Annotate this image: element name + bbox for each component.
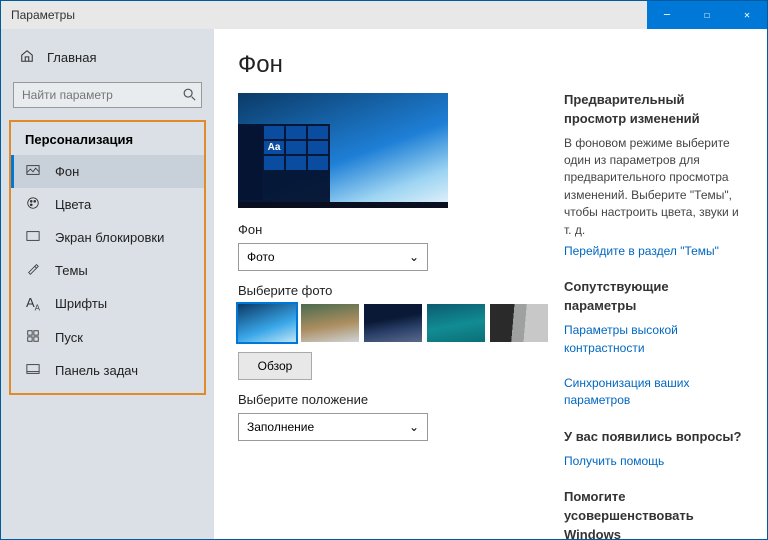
high-contrast-link[interactable]: Параметры высокой контрастности	[564, 322, 743, 357]
related-head: Сопутствующие параметры	[564, 278, 743, 316]
category-highlight: Персонализация Фон Цвета Экран блокировк…	[9, 120, 206, 395]
titlebar: Параметры ─ ☐ ✕	[1, 1, 767, 29]
page-title: Фон	[238, 51, 548, 79]
preview-changes-text: В фоновом режиме выберите один из параме…	[564, 135, 743, 239]
photo-thumb-1[interactable]	[238, 304, 296, 342]
search-field[interactable]	[13, 82, 202, 108]
start-icon	[25, 329, 41, 346]
sidebar: Главная Персонализация Фон Цвета	[1, 29, 214, 539]
sidebar-item-lockscreen[interactable]: Экран блокировки	[11, 221, 204, 254]
get-help-link[interactable]: Получить помощь	[564, 453, 743, 470]
photo-thumbnails	[238, 304, 548, 342]
home-icon	[19, 49, 35, 66]
content-area: Фон Aa Фон Фото ⌄ Выберите фото	[214, 29, 767, 539]
home-label: Главная	[47, 50, 96, 65]
sidebar-item-taskbar[interactable]: Панель задач	[11, 354, 204, 387]
themes-icon	[25, 262, 41, 279]
improve-head: Помогите усовершенствовать Windows	[564, 488, 743, 539]
search-input[interactable]	[13, 82, 202, 108]
questions-head: У вас появились вопросы?	[564, 428, 743, 447]
sidebar-item-label: Фон	[55, 164, 79, 179]
fit-select[interactable]: Заполнение ⌄	[238, 413, 428, 441]
photo-thumb-4[interactable]	[427, 304, 485, 342]
sidebar-item-themes[interactable]: Темы	[11, 254, 204, 287]
browse-button[interactable]: Обзор	[238, 352, 312, 380]
sidebar-item-label: Шрифты	[55, 296, 107, 311]
sidebar-item-label: Пуск	[55, 330, 83, 345]
home-nav[interactable]: Главная	[1, 43, 214, 72]
preview-accent-tile: Aa	[264, 141, 284, 154]
category-head: Персонализация	[11, 122, 204, 155]
picture-icon	[25, 163, 41, 180]
themes-link[interactable]: Перейдите в раздел "Темы"	[564, 243, 743, 260]
background-mode-select[interactable]: Фото ⌄	[238, 243, 428, 271]
chevron-down-icon: ⌄	[409, 250, 419, 264]
fit-value: Заполнение	[247, 420, 314, 434]
sidebar-item-label: Темы	[55, 263, 88, 278]
photo-thumb-2[interactable]	[301, 304, 359, 342]
sidebar-item-colors[interactable]: Цвета	[11, 188, 204, 221]
lockscreen-icon	[25, 229, 41, 246]
background-label: Фон	[238, 222, 548, 237]
minimize-button[interactable]: ─	[647, 1, 687, 29]
palette-icon	[25, 196, 41, 213]
sidebar-item-label: Цвета	[55, 197, 91, 212]
fit-label: Выберите положение	[238, 392, 548, 407]
preview-changes-head: Предварительный просмотр изменений	[564, 91, 743, 129]
right-panel: Предварительный просмотр изменений В фон…	[564, 51, 743, 529]
fonts-icon: AA	[25, 295, 41, 313]
close-button[interactable]: ✕	[727, 1, 767, 29]
sync-settings-link[interactable]: Синхронизация ваших параметров	[564, 375, 743, 410]
sidebar-item-fonts[interactable]: AA Шрифты	[11, 287, 204, 321]
maximize-button[interactable]: ☐	[687, 1, 727, 29]
window-title: Параметры	[11, 8, 75, 22]
chevron-down-icon: ⌄	[409, 420, 419, 434]
sidebar-item-background[interactable]: Фон	[11, 155, 204, 188]
taskbar-icon	[25, 362, 41, 379]
choose-photo-label: Выберите фото	[238, 283, 548, 298]
search-icon	[182, 87, 196, 104]
sidebar-item-label: Экран блокировки	[55, 230, 164, 245]
sidebar-item-start[interactable]: Пуск	[11, 321, 204, 354]
sidebar-item-label: Панель задач	[55, 363, 138, 378]
photo-thumb-5[interactable]	[490, 304, 548, 342]
photo-thumb-3[interactable]	[364, 304, 422, 342]
background-preview: Aa	[238, 93, 448, 208]
background-mode-value: Фото	[247, 250, 275, 264]
